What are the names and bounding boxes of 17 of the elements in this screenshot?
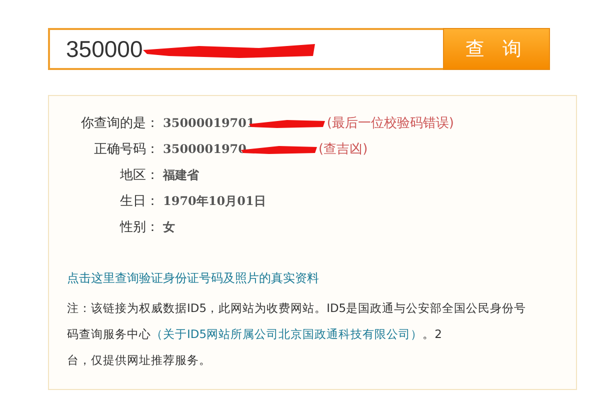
disclaimer-text: 注：该链接为权威数据ID5，此网站为收费网站。ID5是国政通与公安部全国公民身份号码查询服务中心（关于ID5网站所属公司北京国政通科技有限公司）。2 bbox=[67, 300, 528, 343]
field-value: 福建省 bbox=[163, 166, 199, 184]
field-label: 性别： bbox=[118, 219, 159, 236]
field-value: 女 bbox=[163, 218, 175, 236]
field-label: 生日： bbox=[119, 193, 159, 210]
disclaimer-text: 台，仅提供网址推荐服务。 bbox=[67, 352, 212, 369]
field-label: 地区： bbox=[119, 167, 159, 184]
field-note: (最后一位校验码错误) bbox=[326, 115, 454, 132]
field-value: 35000019701 bbox=[163, 116, 255, 130]
field-note: (查吉凶) bbox=[318, 141, 368, 158]
verify-link[interactable]: 点击这里查询验证身份证号码及照片的真实资料 bbox=[67, 270, 576, 287]
company-link[interactable]: （关于ID5网站所属公司北京国政通科技有限公司） bbox=[151, 327, 423, 341]
field-value: 3500001970 bbox=[163, 142, 246, 156]
field-label: 正确号码： bbox=[93, 141, 159, 158]
field-label: 你查询的是： bbox=[80, 115, 159, 132]
field-value: 1970年10月01日 bbox=[163, 192, 266, 210]
search-field[interactable]: 350000 bbox=[48, 28, 443, 70]
